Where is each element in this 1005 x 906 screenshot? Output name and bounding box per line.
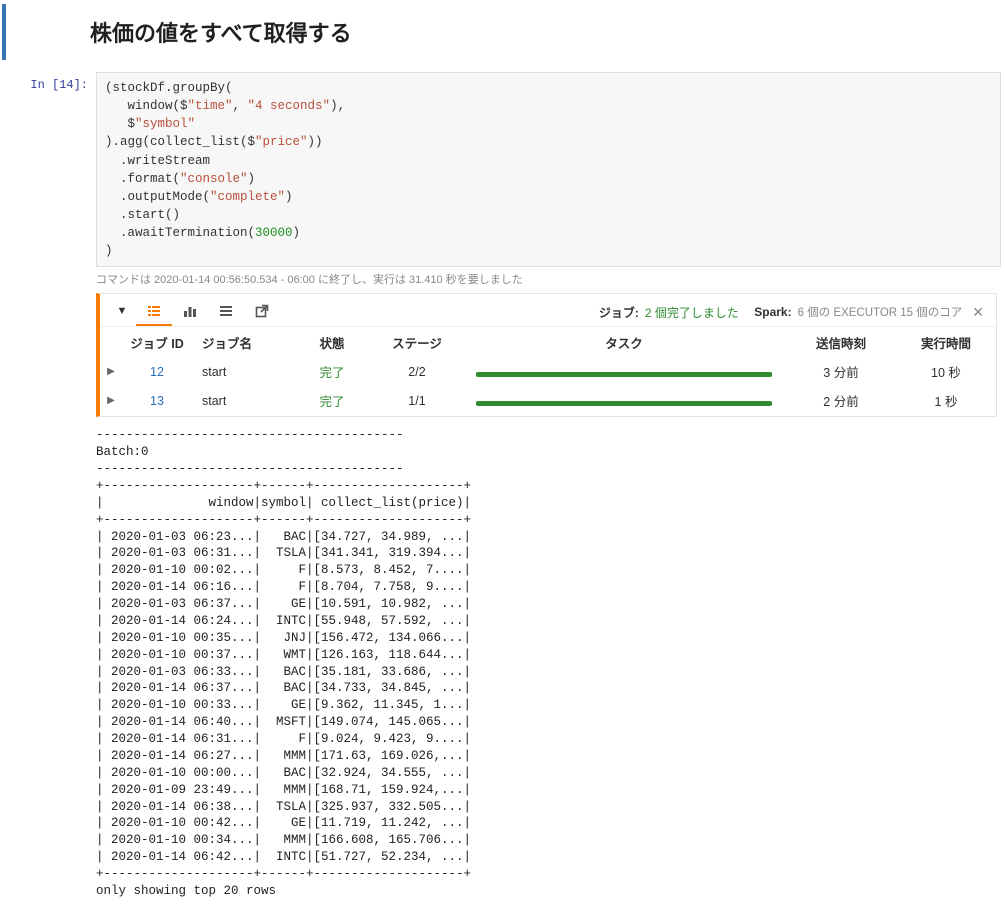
job-duration: 1 秒: [896, 387, 996, 416]
expand-row[interactable]: ▶: [100, 387, 122, 416]
collapse-toggle[interactable]: ▼: [108, 298, 136, 326]
job-name: start: [192, 358, 292, 387]
jobs-summary: ジョブ: 2 個完了しました Spark: 6 個の EXECUTOR 15 個…: [599, 304, 988, 321]
markdown-cell: 株価の値をすべて取得する: [2, 4, 1005, 60]
jobs-toolbar: ▼ ジョブ: 2 個完了しました Spark: 6 個の EXECUTOR 15…: [100, 294, 996, 326]
job-stage: 1/1: [372, 387, 462, 416]
col-job-name: ジョブ名: [192, 327, 292, 359]
job-stage: 2/2: [372, 358, 462, 387]
job-duration: 10 秒: [896, 358, 996, 387]
col-stage: ステージ: [372, 327, 462, 359]
job-submitted: 3 分前: [786, 358, 896, 387]
table-row: ▶13start完了1/1 2 分前1 秒: [100, 387, 996, 416]
close-icon[interactable]: ✕: [972, 304, 984, 321]
jobs-completed: 2 個完了しました: [645, 304, 739, 321]
spark-detail: 6 個の EXECUTOR 15 個のコア: [798, 304, 963, 320]
jobs-label: ジョブ:: [599, 304, 639, 321]
col-submitted: 送信時刻: [786, 327, 896, 359]
table-row: ▶12start完了2/2 3 分前10 秒: [100, 358, 996, 387]
job-status: 完了: [292, 358, 372, 387]
job-task: [462, 358, 786, 387]
list-view-tab[interactable]: [136, 298, 172, 326]
col-task: タスク: [462, 327, 786, 359]
code-cell: In [14]: (stockDf.groupBy( window($"time…: [4, 72, 1001, 267]
jobs-table: ジョブ ID ジョブ名 状態 ステージ タスク 送信時刻 実行時間 ▶12sta…: [100, 326, 996, 416]
table-icon: [218, 303, 234, 319]
job-name: start: [192, 387, 292, 416]
expand-row[interactable]: ▶: [100, 358, 122, 387]
command-status: コマンドは 2020-01-14 00:56:50.534 - 06:00 に終…: [96, 269, 1005, 293]
spark-jobs-panel: ▼ ジョブ: 2 個完了しました Spark: 6 個の EXECUTOR 15…: [96, 293, 997, 417]
col-job-id: ジョブ ID: [122, 327, 192, 359]
raw-view-tab[interactable]: [208, 298, 244, 326]
bar-chart-icon: [182, 303, 198, 319]
console-output: ----------------------------------------…: [96, 427, 997, 900]
chart-view-tab[interactable]: [172, 298, 208, 326]
list-icon: [146, 303, 162, 319]
job-task: [462, 387, 786, 416]
job-submitted: 2 分前: [786, 387, 896, 416]
col-status: 状態: [292, 327, 372, 359]
page-title: 株価の値をすべて取得する: [90, 16, 1005, 48]
popout-tab[interactable]: [244, 298, 280, 326]
input-prompt: In [14]:: [4, 72, 96, 92]
spark-label: Spark:: [754, 305, 791, 319]
col-duration: 実行時間: [896, 327, 996, 359]
job-id[interactable]: 12: [122, 358, 192, 387]
job-id[interactable]: 13: [122, 387, 192, 416]
code-editor[interactable]: (stockDf.groupBy( window($"time", "4 sec…: [96, 72, 1001, 267]
popout-icon: [254, 303, 270, 319]
job-status: 完了: [292, 387, 372, 416]
